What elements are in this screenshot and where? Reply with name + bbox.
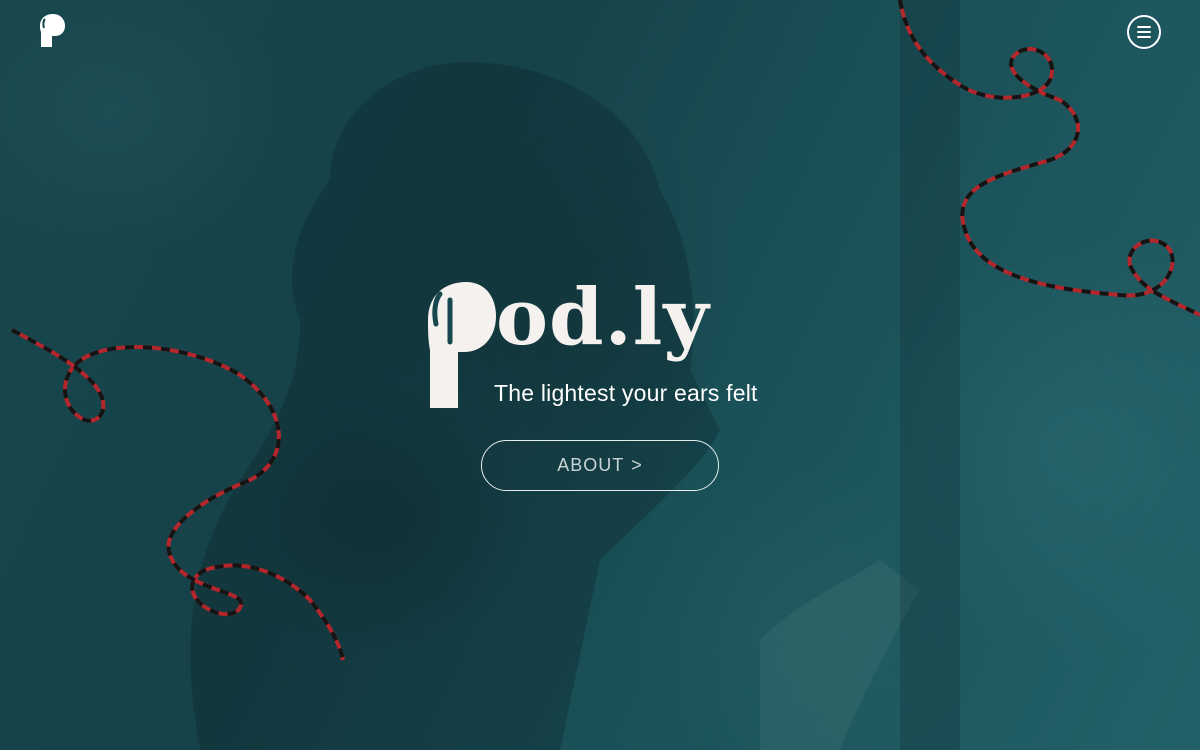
p-logo-icon[interactable] — [38, 14, 66, 48]
about-button[interactable]: ABOUT > — [481, 440, 719, 491]
hamburger-menu-icon — [1137, 26, 1151, 38]
about-button-label: ABOUT — [557, 455, 625, 475]
chevron-right-icon: > — [631, 455, 643, 475]
tagline: The lightest your ears felt — [494, 380, 758, 406]
brand-initial-p — [428, 282, 496, 408]
brand-text: od.ly — [496, 272, 710, 363]
menu-button[interactable] — [1127, 15, 1161, 49]
